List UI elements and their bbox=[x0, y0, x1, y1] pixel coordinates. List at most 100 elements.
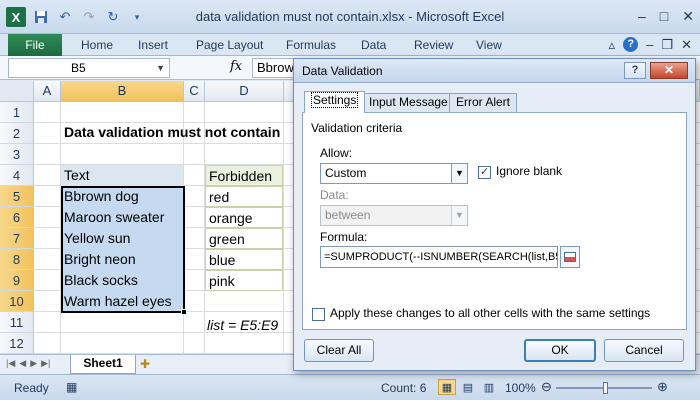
tab-settings-label: Settings bbox=[311, 92, 359, 108]
zoom-in-icon[interactable]: ⊕ bbox=[657, 379, 668, 395]
row-header[interactable]: 11 bbox=[0, 312, 34, 333]
status-count: Count: 6 bbox=[381, 381, 427, 395]
row-header[interactable]: 6 bbox=[0, 207, 34, 228]
allow-select[interactable]: Custom ▼ bbox=[320, 163, 468, 184]
last-sheet-icon[interactable]: ▶| bbox=[41, 358, 50, 369]
data-select-value: between bbox=[325, 208, 371, 222]
row-header[interactable]: 2 bbox=[0, 123, 34, 144]
workbook-minimize-icon[interactable]: – bbox=[646, 37, 653, 53]
list-note: list = E5:E9 bbox=[207, 317, 279, 333]
minimize-ribbon-icon[interactable]: ▵ bbox=[609, 37, 616, 53]
tab-data[interactable]: Data bbox=[361, 38, 386, 52]
tab-page-layout[interactable]: Page Layout bbox=[196, 38, 263, 52]
forbidden-cell[interactable]: blue bbox=[205, 249, 283, 270]
forbidden-cell[interactable]: red bbox=[205, 186, 283, 207]
window-controls: – □ ✕ bbox=[638, 8, 694, 25]
workbook-close-icon[interactable]: ✕ bbox=[681, 37, 692, 53]
ignore-blank-label: Ignore blank bbox=[496, 164, 563, 178]
maximize-icon[interactable]: □ bbox=[660, 8, 668, 25]
ignore-blank-checkbox[interactable]: ✓ bbox=[478, 166, 491, 179]
row-header[interactable]: 10 bbox=[0, 291, 34, 312]
status-bar: Ready ▦ Count: 6 ▦ ▤ ▥ 100% ⊖ ⊕ bbox=[0, 374, 700, 400]
page-break-view-icon[interactable]: ▥ bbox=[480, 379, 498, 395]
forbidden-cell[interactable]: green bbox=[205, 228, 283, 249]
row-header[interactable]: 12 bbox=[0, 333, 34, 354]
column-header-a[interactable]: A bbox=[34, 81, 61, 102]
tab-review[interactable]: Review bbox=[414, 38, 453, 52]
zoom-level[interactable]: 100% bbox=[505, 381, 536, 395]
view-buttons: ▦ ▤ ▥ bbox=[438, 379, 498, 395]
help-icon[interactable]: ? bbox=[623, 37, 639, 52]
sheet-tab-sheet1[interactable]: Sheet1 bbox=[70, 355, 136, 374]
data-select[interactable]: between ▼ bbox=[320, 205, 468, 226]
page-layout-view-icon[interactable]: ▤ bbox=[459, 379, 477, 395]
prev-sheet-icon[interactable]: ◀ bbox=[19, 358, 26, 369]
insert-sheet-icon[interactable]: ✚ bbox=[140, 357, 150, 371]
row-header[interactable]: 9 bbox=[0, 270, 34, 291]
sheet-nav: |◀ ◀ ▶ ▶| bbox=[6, 358, 50, 369]
text-header-cell[interactable]: Text bbox=[61, 165, 183, 186]
ribbon-tabs: File Home Insert Page Layout Formulas Da… bbox=[0, 34, 700, 56]
window-title: data validation must not contain.xlsx - … bbox=[195, 9, 505, 24]
dialog-close-button[interactable]: ✕ bbox=[650, 62, 688, 79]
formula-field[interactable]: =SUMPRODUCT(--ISNUMBER(SEARCH(list,B5)))… bbox=[320, 246, 558, 268]
row-header[interactable]: 8 bbox=[0, 249, 34, 270]
forbidden-header-cell[interactable]: Forbidden bbox=[205, 165, 283, 186]
tab-settings[interactable]: Settings bbox=[304, 91, 366, 113]
collapse-dialog-icon[interactable] bbox=[560, 246, 580, 268]
tab-error-alert[interactable]: Error Alert bbox=[449, 93, 518, 112]
next-sheet-icon[interactable]: ▶ bbox=[30, 358, 37, 369]
normal-view-icon[interactable]: ▦ bbox=[438, 379, 456, 395]
select-all-corner[interactable] bbox=[0, 81, 34, 102]
tab-file[interactable]: File bbox=[8, 34, 62, 56]
row-header[interactable]: 5 bbox=[0, 186, 34, 207]
allow-label: Allow: bbox=[320, 146, 353, 160]
macro-record-icon[interactable]: ▦ bbox=[66, 380, 77, 394]
apply-all-checkbox[interactable] bbox=[312, 308, 325, 321]
name-box-value: B5 bbox=[71, 61, 86, 75]
tab-view[interactable]: View bbox=[476, 38, 502, 52]
column-header-c[interactable]: C bbox=[184, 81, 205, 102]
row-header[interactable]: 7 bbox=[0, 228, 34, 249]
row-header[interactable]: 3 bbox=[0, 144, 34, 165]
formula-label: Formula: bbox=[320, 230, 368, 244]
settings-panel: Validation criteria Allow: Custom ▼ ✓ Ig… bbox=[302, 112, 687, 330]
name-box[interactable]: B5 ▼ bbox=[8, 58, 170, 78]
selection-border bbox=[61, 186, 185, 313]
tab-home[interactable]: Home bbox=[81, 38, 113, 52]
row-header[interactable]: 1 bbox=[0, 102, 34, 123]
close-window-icon[interactable]: ✕ bbox=[682, 8, 694, 25]
ok-button[interactable]: OK bbox=[524, 339, 596, 362]
zoom-slider-thumb[interactable] bbox=[603, 382, 608, 394]
data-label: Data: bbox=[320, 188, 349, 202]
cancel-button[interactable]: Cancel bbox=[604, 339, 684, 362]
ribbon-controls: ▵ ? – ❐ ✕ bbox=[609, 37, 692, 53]
chevron-down-icon[interactable]: ▼ bbox=[156, 59, 165, 77]
dialog-help-button[interactable]: ? bbox=[624, 62, 646, 79]
chevron-down-icon[interactable]: ▼ bbox=[451, 206, 467, 225]
row-header[interactable]: 4 bbox=[0, 165, 34, 186]
tab-insert[interactable]: Insert bbox=[138, 38, 168, 52]
minimize-icon[interactable]: – bbox=[638, 8, 646, 25]
tab-formulas[interactable]: Formulas bbox=[286, 38, 336, 52]
insert-function-icon[interactable]: fx bbox=[230, 59, 242, 74]
fill-handle[interactable] bbox=[181, 309, 187, 315]
first-sheet-icon[interactable]: |◀ bbox=[6, 358, 15, 369]
status-ready: Ready bbox=[14, 381, 49, 395]
forbidden-cell[interactable]: orange bbox=[205, 207, 283, 228]
validation-criteria-label: Validation criteria bbox=[311, 121, 403, 135]
sheet-heading: Data validation must not contain bbox=[64, 124, 281, 140]
tab-input-message[interactable]: Input Message bbox=[362, 93, 455, 112]
dialog-title-bar: Data Validation ? ✕ bbox=[294, 59, 695, 83]
dialog-title: Data Validation bbox=[302, 64, 383, 78]
gridline bbox=[283, 102, 284, 354]
chevron-down-icon[interactable]: ▼ bbox=[451, 164, 467, 183]
column-header-b[interactable]: B bbox=[61, 81, 184, 102]
allow-select-value: Custom bbox=[325, 166, 367, 180]
column-header-d[interactable]: D bbox=[205, 81, 284, 102]
zoom-out-icon[interactable]: ⊖ bbox=[541, 379, 552, 395]
workbook-restore-icon[interactable]: ❐ bbox=[661, 37, 673, 53]
forbidden-cell[interactable]: pink bbox=[205, 270, 283, 291]
clear-all-button[interactable]: Clear All bbox=[304, 339, 374, 362]
apply-all-label: Apply these changes to all other cells w… bbox=[330, 306, 651, 320]
